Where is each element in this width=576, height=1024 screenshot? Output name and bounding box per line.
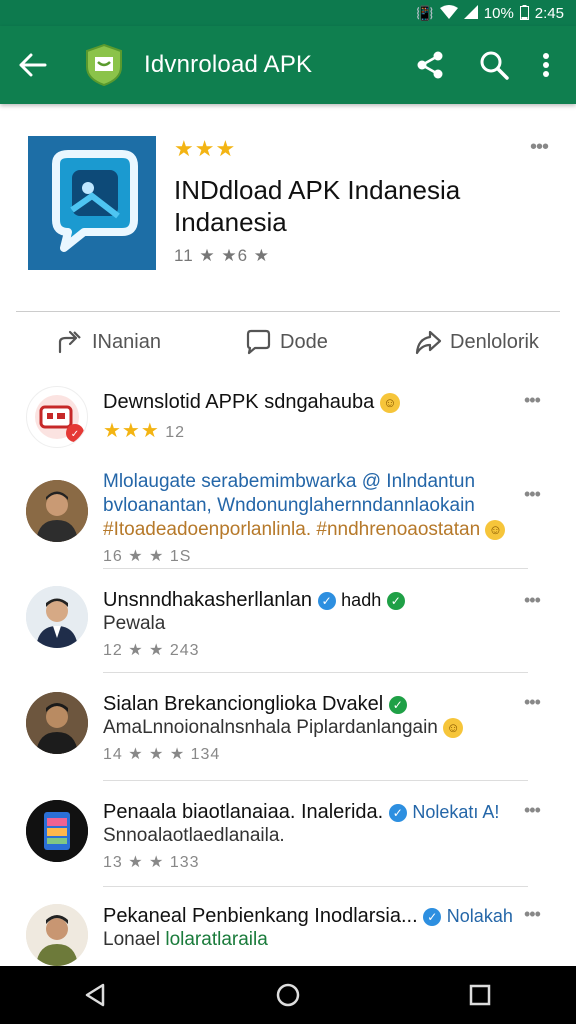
avatar xyxy=(26,480,88,542)
person-avatar-icon xyxy=(26,480,88,542)
check-icon: ✓ xyxy=(386,591,405,610)
divider xyxy=(103,886,528,887)
share-icon xyxy=(417,51,443,79)
share-action[interactable]: INanian xyxy=(56,328,161,356)
system-nav-bar xyxy=(0,966,576,1024)
divider xyxy=(103,780,528,781)
svg-text:✓: ✓ xyxy=(71,429,79,440)
app-more-button[interactable]: ••• xyxy=(530,136,549,159)
avatar xyxy=(26,692,88,754)
more-button[interactable]: ••• xyxy=(524,800,541,821)
share-button[interactable] xyxy=(398,50,462,80)
status-bar: 📳 10% 2:45 xyxy=(0,0,576,26)
signal-icon xyxy=(463,5,478,21)
verified-icon: ✓ xyxy=(423,907,442,926)
list-item-title: Sialan Brekancionglioka Dvakel ✓ xyxy=(103,692,516,716)
share-action-label: INanian xyxy=(92,330,161,353)
avatar: ✓ xyxy=(26,386,88,448)
app-meta: 11 ★ ★6 ★ xyxy=(174,246,270,265)
list-item-line: Lonael lolaratlaraila xyxy=(103,929,268,950)
more-vertical-icon xyxy=(543,53,549,77)
rating-stars: ★★★ xyxy=(103,420,160,442)
overflow-menu-button[interactable] xyxy=(526,52,566,78)
list-item-meta: 13 ★ ★ 133 xyxy=(103,854,200,871)
verified-icon: ✓ xyxy=(388,695,407,714)
smile-emoji-icon: ☺ xyxy=(379,392,400,413)
list-item-meta: 12 ★ ★ 243 xyxy=(103,642,200,659)
list-item-title: Unsnndhakasherllanlan ✓ hadh ✓ xyxy=(103,588,516,612)
app-screenshot-icon xyxy=(26,800,88,862)
person-avatar-icon xyxy=(26,586,88,648)
avatar xyxy=(26,586,88,648)
more-button[interactable]: ••• xyxy=(524,390,541,411)
list-item-text: Dewnslotid APPK sdngahauba ☺ ★★★ 12 xyxy=(103,390,516,443)
list-item-meta: 14 ★ ★ ★ 134 xyxy=(103,746,221,763)
clock: 2:45 xyxy=(534,4,564,22)
more-button[interactable]: ••• xyxy=(524,904,541,925)
list-item-title: Dewnslotid APPK sdngahauba ☺ xyxy=(103,390,516,414)
divider xyxy=(103,672,528,673)
list-item-meta: ★★★ 12 xyxy=(103,420,186,442)
nav-back-button[interactable] xyxy=(66,975,126,1015)
list-item-title: Pekaneal Penbienkang Inodlarsia... ✓ Nol… xyxy=(103,905,513,927)
more-button[interactable]: ••• xyxy=(524,590,541,611)
back-button[interactable] xyxy=(0,53,66,77)
wifi-icon xyxy=(439,5,458,21)
nav-recents-button[interactable] xyxy=(450,975,510,1015)
divider xyxy=(16,311,560,312)
chat-logo-icon: ✓ xyxy=(35,395,84,442)
list-item-line: bvloanantan, Wndonunglahernndannlaokain xyxy=(103,495,475,516)
forward-action-label: Denlolorik xyxy=(450,330,539,353)
comment-action[interactable]: Dode xyxy=(244,328,328,356)
avatar xyxy=(26,904,88,966)
forward-action[interactable]: Denlolorik xyxy=(414,328,539,356)
battery-icon xyxy=(519,4,529,22)
nav-home-button[interactable] xyxy=(258,975,318,1015)
list-item-line: Pewala xyxy=(103,613,166,634)
arrow-left-icon xyxy=(19,53,47,77)
share-arrow-icon xyxy=(58,330,81,354)
forward-icon xyxy=(415,330,442,355)
search-icon xyxy=(480,51,509,80)
divider xyxy=(103,568,528,569)
list-item-line: AmaLnnoionalnsnhala Piplardanlangain ☺ xyxy=(103,716,516,740)
list-item-line: #Itoadeadoenporlanlinla. #nndhrenoaostat… xyxy=(103,518,516,542)
triangle-back-icon xyxy=(85,983,105,1007)
circle-home-icon xyxy=(276,983,300,1007)
app-bar: Idvnroload APK xyxy=(0,26,576,104)
app-name: INDdload APK Indanesia Indanesia xyxy=(174,175,461,237)
chat-photo-icon xyxy=(28,136,156,270)
emoji-icon: ☺ xyxy=(443,717,464,738)
person-avatar-icon xyxy=(26,692,88,754)
list-item-text: Unsnndhakasherllanlan ✓ hadh ✓ Pewala 12… xyxy=(103,588,516,660)
list-item-text: Penaala biaotlanaiaa. Inalerida. ✓ Nolek… xyxy=(103,800,516,872)
app-icon[interactable] xyxy=(28,136,156,270)
list-item-text: Mlolaugate serabemimbwarka @ Inlndantun … xyxy=(103,470,516,566)
more-button[interactable]: ••• xyxy=(524,484,541,505)
app-rating-stars: ★★★ xyxy=(174,136,237,161)
action-row: INanian Dode Denlolorik xyxy=(0,320,576,364)
comment-icon xyxy=(246,329,271,355)
person-avatar-icon xyxy=(26,904,88,966)
square-recents-icon xyxy=(469,984,491,1006)
list-item-title: Penaala biaotlanaiaa. Inalerida. ✓ Nolek… xyxy=(103,801,500,823)
list-item-line: Snnoalaotlaedlanaila. xyxy=(103,825,285,846)
avatar xyxy=(26,800,88,862)
list-item-line: Mlolaugate serabemimbwarka @ Inlndantun xyxy=(103,471,476,492)
list-item-text: Pekaneal Penbienkang Inodlarsia... ✓ Nol… xyxy=(103,904,516,952)
app-bar-title: Idvnroload APK xyxy=(144,51,313,78)
emoji-icon: ☺ xyxy=(485,519,506,540)
battery-percent: 10% xyxy=(483,4,514,22)
comment-action-label: Dode xyxy=(280,330,328,353)
search-button[interactable] xyxy=(462,50,526,80)
more-button[interactable]: ••• xyxy=(524,692,541,713)
vibrate-icon: 📳 xyxy=(416,5,434,21)
verified-icon: ✓ xyxy=(317,591,336,610)
app-logo-icon xyxy=(84,43,124,87)
list-item-text: Sialan Brekancionglioka Dvakel ✓ AmaLnno… xyxy=(103,692,516,764)
verified-icon: ✓ xyxy=(388,803,407,822)
list-item-meta: 16 ★ ★ 1S xyxy=(103,548,192,565)
